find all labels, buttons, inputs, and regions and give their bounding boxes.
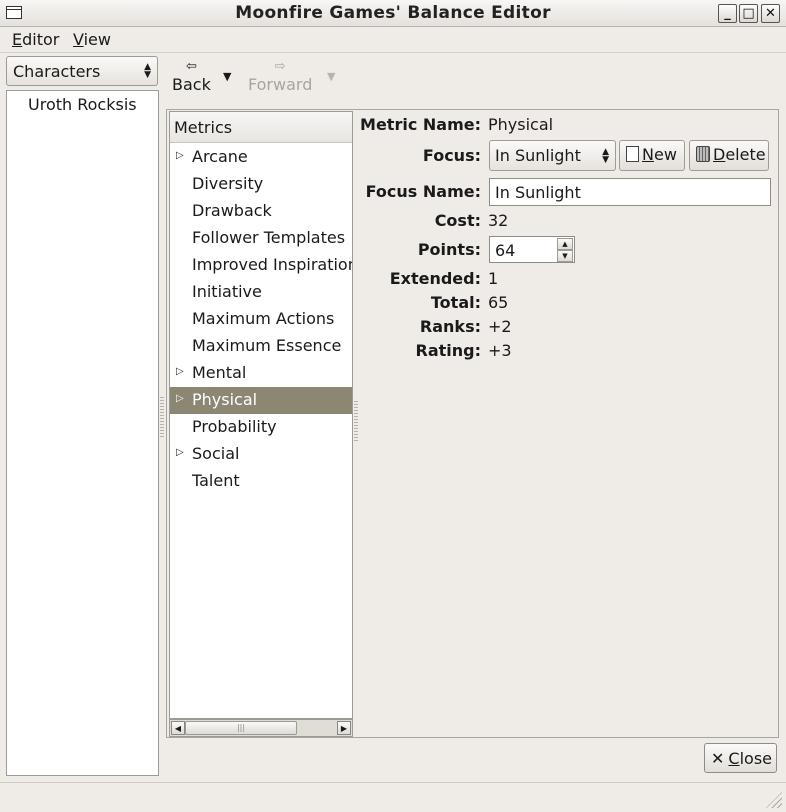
expander-arrow-icon[interactable]: ▷ <box>176 393 184 404</box>
title-bar[interactable]: Moonfire Games' Balance Editor _ □ ✕ <box>0 0 786 27</box>
scroll-thumb[interactable]: ||| <box>185 721 297 735</box>
total-value: 65 <box>488 293 509 312</box>
new-document-icon <box>626 146 639 162</box>
scroll-right-icon[interactable]: ▶ <box>337 721 351 735</box>
points-value: 64 <box>495 241 516 260</box>
close-button[interactable]: ✕ Close <box>704 743 777 773</box>
menu-editor-label: ditor <box>22 30 60 49</box>
metric-tree-row-label: Physical <box>192 390 258 409</box>
focus-name-input[interactable]: In Sunlight <box>489 178 771 206</box>
expander-arrow-icon[interactable]: ▷ <box>176 447 184 458</box>
metric-tree-row[interactable]: Maximum Actions <box>170 306 352 333</box>
cost-label: Cost: <box>434 211 481 230</box>
metric-tree-row-label: Social <box>192 444 240 463</box>
tree-pane-resize-handle[interactable] <box>354 401 358 441</box>
updown-arrows-icon: ▲ ▼ <box>602 147 609 165</box>
menu-editor[interactable]: Editor <box>12 30 59 49</box>
left-pane-resize-handle[interactable] <box>160 397 164 437</box>
rating-label: Rating: <box>415 341 482 360</box>
metric-tree-row[interactable]: Drawback <box>170 198 352 225</box>
close-button-mnemonic: C <box>728 749 740 768</box>
metric-tree-row-label: Improved Inspiration <box>192 255 353 274</box>
window-title: Moonfire Games' Balance Editor <box>235 3 551 23</box>
forward-button-label: Forward <box>248 75 313 94</box>
new-focus-button[interactable]: New <box>619 140 685 171</box>
scroll-left-icon[interactable]: ◀ <box>171 721 185 735</box>
menu-view[interactable]: View <box>73 30 111 49</box>
ranks-label: Ranks: <box>419 317 481 336</box>
metric-tree-row-label: Maximum Actions <box>192 309 335 328</box>
delete-button-mnemonic: D <box>713 145 726 164</box>
focus-name-label: Focus Name: <box>365 182 481 201</box>
close-button-label: lose <box>739 749 772 768</box>
delete-focus-button[interactable]: Delete <box>689 140 769 171</box>
rating-value: +3 <box>488 341 512 360</box>
menu-view-mnemonic: V <box>73 30 84 49</box>
cost-value: 32 <box>488 211 509 230</box>
updown-arrows-icon: ▲ ▼ <box>144 62 151 80</box>
metric-tree-row-label: Talent <box>192 471 240 490</box>
metric-tree-row[interactable]: Talent <box>170 468 352 495</box>
metric-tree-row[interactable]: Diversity <box>170 171 352 198</box>
category-select-value: Characters <box>13 62 101 81</box>
back-button[interactable]: ⇦ Back <box>172 59 211 95</box>
expander-arrow-icon[interactable]: ▷ <box>176 150 184 161</box>
metrics-tree[interactable]: Metrics ▷ Arcane Diversity Drawback Follower… <box>169 111 353 719</box>
metric-tree-row[interactable]: Improved Inspiration <box>170 252 352 279</box>
metric-name-label: Metric Name: <box>360 115 481 134</box>
new-button-label: ew <box>653 145 677 164</box>
delete-button-label: elete <box>725 145 766 164</box>
maximize-button[interactable]: □ <box>739 4 758 23</box>
metric-tree-row[interactable]: Initiative <box>170 279 352 306</box>
metric-tree-row-label: Maximum Essence <box>192 336 342 355</box>
metric-tree-row-label: Diversity <box>192 174 264 193</box>
metric-name-value: Physical <box>488 115 554 134</box>
metric-tree-row[interactable]: Follower Templates <box>170 225 352 252</box>
metric-tree-row[interactable]: Probability <box>170 414 352 441</box>
points-label: Points: <box>417 240 481 259</box>
expander-arrow-icon[interactable]: ▷ <box>176 366 184 377</box>
character-list[interactable]: Uroth Rocksis <box>6 90 159 776</box>
close-window-button[interactable]: ✕ <box>761 4 780 23</box>
spin-up-icon[interactable]: ▲ <box>557 238 573 250</box>
forward-arrow-icon: ⇨ <box>274 59 286 74</box>
metric-tree-row-label: Initiative <box>192 282 262 301</box>
extended-label: Extended: <box>389 269 481 288</box>
trash-icon <box>696 146 710 162</box>
metric-tree-row-label: Arcane <box>192 147 248 166</box>
forward-button[interactable]: ⇨ Forward <box>248 59 313 95</box>
points-spinner[interactable]: 64 ▲ ▼ <box>489 236 575 263</box>
extended-value: 1 <box>488 269 499 288</box>
minimize-button[interactable]: _ <box>718 4 737 23</box>
metric-tree-row-label: Probability <box>192 417 277 436</box>
close-x-icon: ✕ <box>711 749 725 768</box>
back-arrow-icon: ⇦ <box>185 59 197 74</box>
metrics-column-header[interactable]: Metrics <box>170 112 352 143</box>
focus-label: Focus: <box>422 146 481 165</box>
total-label: Total: <box>430 293 481 312</box>
status-bar <box>0 782 786 812</box>
metric-tree-row[interactable]: ▷ Social <box>170 441 352 468</box>
menu-editor-mnemonic: E <box>12 30 23 49</box>
metric-tree-row[interactable]: ▷ Mental <box>170 360 352 387</box>
focus-select-value: In Sunlight <box>495 146 581 165</box>
back-history-dropdown-icon[interactable]: ▼ <box>223 70 231 83</box>
metric-tree-row-label: Mental <box>192 363 247 382</box>
category-select[interactable]: Characters ▲ ▼ <box>6 56 158 86</box>
metric-tree-row-label: Follower Templates <box>192 228 346 247</box>
list-item[interactable]: Uroth Rocksis <box>28 95 137 114</box>
ranks-value: +2 <box>488 317 512 336</box>
new-button-mnemonic: N <box>642 145 654 164</box>
forward-history-dropdown-icon[interactable]: ▼ <box>327 70 335 83</box>
spin-down-icon[interactable]: ▼ <box>557 250 573 262</box>
menu-bar <box>0 27 786 53</box>
metrics-horizontal-scrollbar[interactable]: ◀ ||| ▶ <box>169 719 353 737</box>
back-button-label: Back <box>172 75 211 94</box>
metric-tree-row[interactable]: Maximum Essence <box>170 333 352 360</box>
focus-select[interactable]: In Sunlight ▲ ▼ <box>489 140 616 171</box>
metric-tree-row[interactable]: ▷ Arcane <box>170 144 352 171</box>
menu-view-label: iew <box>83 30 111 49</box>
metric-tree-row[interactable]: ▷ Physical <box>170 387 352 414</box>
metric-tree-row-label: Drawback <box>192 201 272 220</box>
